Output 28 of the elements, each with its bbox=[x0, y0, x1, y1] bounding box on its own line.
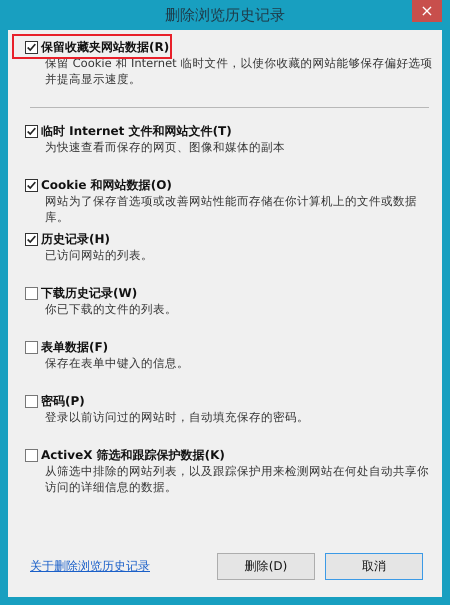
checkbox-label: 历史记录(H) bbox=[41, 230, 110, 248]
option-description: 为快速查看而保存的网页、图像和媒体的副本 bbox=[45, 139, 286, 155]
help-link[interactable]: 关于删除浏览历史记录 bbox=[30, 558, 150, 575]
cancel-button[interactable]: 取消 bbox=[325, 553, 423, 580]
option-description: 从筛选中排除的网站列表，以及跟踪保护用来检测网站在何处自动共享你访问的详细信息的数据。 bbox=[45, 463, 430, 495]
checkbox-label: 保留收藏夹网站数据(R) bbox=[41, 38, 170, 56]
checkbox-label: 下载历史记录(W) bbox=[41, 284, 138, 302]
checkbox-label: Cookie 和网站数据(O) bbox=[41, 176, 172, 194]
checkbox[interactable] bbox=[25, 178, 38, 192]
checkbox-label: 临时 Internet 文件和网站文件(T) bbox=[41, 122, 232, 140]
checkbox-label: 表单数据(F) bbox=[41, 338, 108, 356]
checkbox[interactable] bbox=[25, 232, 38, 246]
close-button[interactable]: × bbox=[412, 0, 442, 22]
delete-button[interactable]: 删除(D) bbox=[217, 553, 315, 580]
checkbox[interactable] bbox=[25, 448, 38, 462]
option-description: 网站为了保存首选项或改善网站性能而存储在你计算机上的文件或数据库。 bbox=[45, 193, 418, 225]
checkbox[interactable] bbox=[25, 340, 38, 354]
window-title: 删除浏览历史记录 bbox=[165, 6, 285, 24]
checkbox[interactable] bbox=[25, 286, 38, 300]
option-description: 登录以前访问过的网站时，自动填充保存的密码。 bbox=[45, 409, 310, 425]
checkbox-label: ActiveX 筛选和跟踪保护数据(K) bbox=[41, 446, 225, 464]
option-description: 已访问网站的列表。 bbox=[45, 247, 154, 263]
checkbox[interactable] bbox=[25, 124, 38, 138]
checkbox-label: 密码(P) bbox=[41, 392, 85, 410]
option-description: 你已下载的文件的列表。 bbox=[45, 301, 178, 317]
checkbox[interactable] bbox=[25, 40, 38, 54]
option-description: 保存在表单中键入的信息。 bbox=[45, 355, 190, 371]
checkbox[interactable] bbox=[25, 394, 38, 408]
